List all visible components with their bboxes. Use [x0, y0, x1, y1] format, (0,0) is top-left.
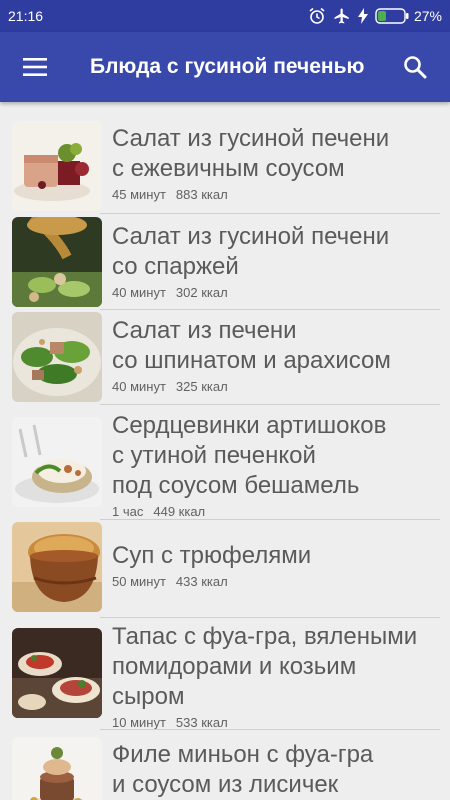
recipe-title: Салат из гусиной печени с ежевичным соус…: [112, 125, 390, 182]
recipe-text: Филе миньон с фуа-гра и соусом из лисиче…: [112, 740, 440, 800]
cook-time: 1 час: [112, 504, 144, 519]
calories: 302 ккал: [175, 285, 228, 300]
search-button[interactable]: [380, 32, 450, 102]
divider: [100, 309, 440, 310]
cook-time: 40 минут: [112, 285, 166, 300]
recipe-thumbnail: [12, 628, 102, 718]
divider: [100, 519, 440, 520]
status-bar: 21:16 27%: [0, 0, 450, 32]
recipe-title: Тапас с фуа-гра, вялеными помидорами и к…: [112, 623, 418, 710]
calories: 433 ккал: [175, 574, 228, 589]
recipe-text: Салат из гусиной печени со спаржей 40 ми…: [112, 222, 440, 301]
recipe-thumbnail: [12, 737, 102, 800]
battery-percent: 27%: [413, 8, 442, 24]
recipe-text: Тапас с фуа-гра, вялеными помидорами и к…: [112, 622, 440, 731]
divider: [100, 729, 440, 730]
app-bar: Блюда с гусиной печенью: [0, 32, 450, 102]
menu-button[interactable]: [0, 32, 70, 102]
recipe-title: Сердцевинки артишоков с утиной печенкой …: [112, 412, 387, 499]
recipe-thumbnail: [12, 312, 102, 402]
search-icon: [404, 56, 427, 79]
recipe-meta: 40 минут 302 ккал: [112, 284, 440, 301]
recipe-meta: 45 минут 883 ккал: [112, 186, 440, 203]
divider: [100, 617, 440, 618]
recipe-text: Суп с трюфелями 50 минут 433 ккал: [112, 541, 440, 590]
calories: 533 ккал: [175, 715, 228, 730]
recipe-title: Салат из гусиной печени со спаржей: [112, 223, 390, 280]
divider: [100, 213, 440, 214]
cook-time: 50 минут: [112, 574, 166, 589]
recipe-text: Салат из гусиной печени с ежевичным соус…: [112, 124, 440, 203]
calories: 325 ккал: [175, 379, 228, 394]
recipe-thumbnail: [12, 217, 102, 307]
recipe-thumbnail: [12, 522, 102, 612]
airplane-icon: [334, 8, 349, 24]
status-icons: 27%: [308, 7, 442, 25]
recipe-thumbnail: [12, 417, 102, 507]
status-time: 21:16: [8, 8, 44, 24]
cook-time: 45 минут: [112, 187, 166, 202]
battery-icon: [375, 8, 409, 24]
recipe-list: Салат из гусиной печени с ежевичным соус…: [0, 102, 450, 800]
recipe-meta: 50 минут 433 ккал: [112, 573, 440, 590]
charging-icon: [357, 8, 368, 24]
cook-time: 40 минут: [112, 379, 166, 394]
recipe-title: Суп с трюфелями: [112, 542, 312, 569]
page-title: Блюда с гусиной печенью: [90, 55, 365, 78]
cook-time: 10 минут: [112, 715, 166, 730]
recipe-text: Салат из печени со шпинатом и арахисом 4…: [112, 316, 440, 395]
recipe-title: Салат из печени со шпинатом и арахисом: [112, 317, 391, 374]
recipe-text: Сердцевинки артишоков с утиной печенкой …: [112, 411, 440, 520]
divider: [100, 404, 440, 405]
calories: 449 ккал: [153, 504, 206, 519]
recipe-thumbnail: [12, 121, 102, 211]
alarm-icon: [309, 7, 325, 24]
calories: 883 ккал: [175, 187, 228, 202]
recipe-meta: 40 минут 325 ккал: [112, 378, 440, 395]
battery-indicator: 27%: [375, 8, 442, 24]
recipe-meta: 1 час 449 ккал: [112, 503, 440, 520]
recipe-title: Филе миньон с фуа-гра и соусом из лисиче…: [112, 741, 374, 798]
hamburger-icon: [23, 58, 47, 76]
